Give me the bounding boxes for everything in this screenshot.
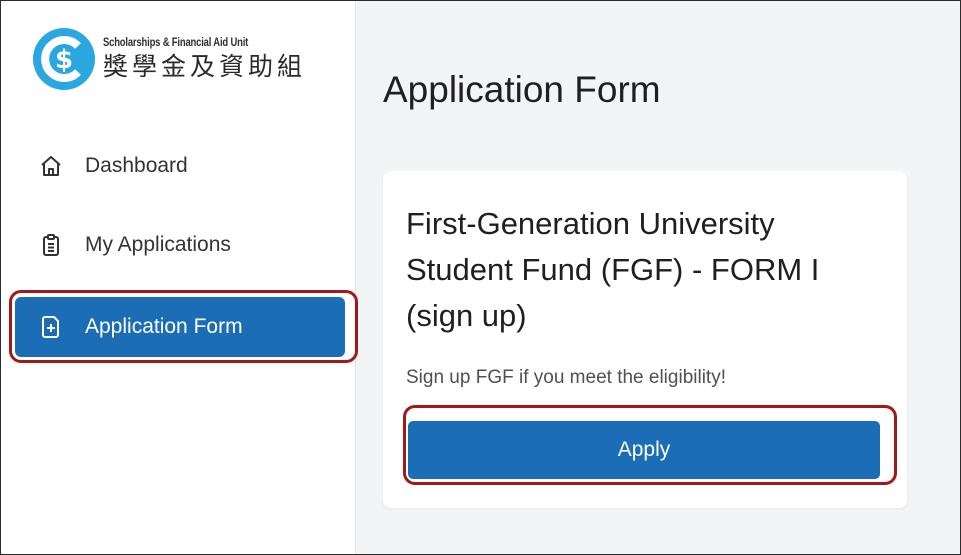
logo-name-en: Scholarships & Financial Aid Unit bbox=[103, 36, 249, 49]
sidebar-item-label: My Applications bbox=[85, 233, 231, 256]
sidebar-item-my-applications[interactable]: My Applications bbox=[15, 215, 345, 275]
sfau-logo-icon: $ bbox=[33, 28, 95, 90]
home-icon bbox=[39, 154, 63, 178]
logo: $ Scholarships & Financial Aid Unit 獎學金及… bbox=[31, 26, 306, 92]
apply-button[interactable]: Apply bbox=[408, 421, 880, 479]
sidebar-item-application-form[interactable]: Application Form bbox=[15, 297, 345, 357]
logo-text: Scholarships & Financial Aid Unit 獎學金及資助… bbox=[103, 36, 306, 83]
sidebar: $ Scholarships & Financial Aid Unit 獎學金及… bbox=[1, 1, 356, 554]
logo-name-zh: 獎學金及資助組 bbox=[103, 51, 307, 81]
page-title: Application Form bbox=[383, 69, 661, 110]
svg-text:$: $ bbox=[55, 45, 73, 75]
app-window: $ Scholarships & Financial Aid Unit 獎學金及… bbox=[0, 0, 961, 555]
clipboard-list-icon bbox=[39, 233, 63, 257]
sidebar-item-label: Dashboard bbox=[85, 154, 188, 177]
main-content: Application Form First-Generation Univer… bbox=[356, 1, 960, 554]
card-description: Sign up FGF if you meet the eligibility! bbox=[406, 367, 726, 388]
application-card: First-Generation University Student Fund… bbox=[383, 171, 907, 508]
sidebar-item-label: Application Form bbox=[85, 315, 243, 338]
card-title: First-Generation University Student Fund… bbox=[406, 206, 820, 333]
file-plus-icon bbox=[39, 315, 63, 339]
sidebar-item-dashboard[interactable]: Dashboard bbox=[15, 136, 345, 196]
